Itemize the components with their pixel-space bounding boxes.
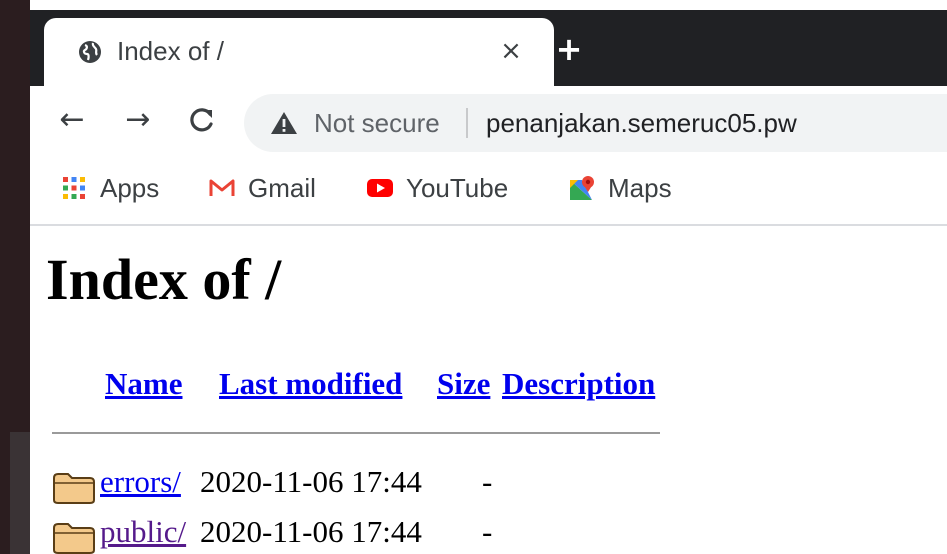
forward-button[interactable]: → [120,102,156,138]
close-icon[interactable]: × [496,36,526,66]
tab-title: Index of / [117,36,224,66]
bookmark-label: Maps [608,172,672,203]
maps-icon [570,176,594,200]
bookmark-label: Apps [100,172,160,203]
entry-link-public[interactable]: public/ [100,514,186,550]
entry-last-modified: 2020-11-06 17:44 [200,464,422,499]
screen: Index of / × + ← → Not secure penanjakan… [0,0,947,554]
bookmarks-bar: Apps Gmail YouTube Maps [30,160,947,226]
folder-icon [53,523,95,554]
back-button[interactable]: ← [54,102,90,138]
entry-size: - [482,514,493,549]
bookmark-label: Gmail [248,172,316,203]
warning-icon[interactable] [270,110,298,136]
column-header-name[interactable]: Name [105,366,182,402]
omnibox-divider [466,108,468,138]
page-content: Index of / Name Last modified Size Descr… [30,226,947,554]
reload-button[interactable] [184,102,220,138]
gmail-icon [209,179,235,196]
entry-link-errors[interactable]: errors/ [100,464,181,500]
bookmark-gmail[interactable]: Gmail [208,172,316,204]
column-header-size[interactable]: Size [437,366,490,402]
new-tab-button[interactable]: + [554,33,584,65]
browser-window: Index of / × + ← → Not secure penanjakan… [30,0,947,554]
page-title: Index of / [46,247,282,312]
tab-index[interactable]: Index of / × [44,18,554,86]
bookmark-youtube[interactable]: YouTube [366,172,508,204]
youtube-icon [367,179,393,197]
bookmark-label: YouTube [406,172,509,203]
tab-strip: Index of / × + [30,0,947,86]
desktop-dock-edge [0,0,30,554]
divider [52,432,660,434]
column-header-description[interactable]: Description [502,366,655,402]
address-bar[interactable]: Not secure penanjakan.semeruc05.pw [244,94,947,152]
dock-panel [10,432,30,554]
url-text[interactable]: penanjakan.semeruc05.pw [486,108,797,139]
security-status[interactable]: Not secure [314,108,440,139]
title-bar-edge [30,0,947,10]
apps-grid-icon [63,177,85,199]
entry-last-modified: 2020-11-06 17:44 [200,514,422,549]
globe-icon [78,40,102,64]
column-header-last-modified[interactable]: Last modified [219,366,402,402]
bookmark-maps[interactable]: Maps [568,172,672,204]
toolbar: ← → Not secure penanjakan.semeruc05.pw [30,86,947,160]
bookmark-apps[interactable]: Apps [60,172,159,204]
folder-icon [53,473,95,504]
entry-size: - [482,464,493,499]
reload-icon [190,108,213,132]
